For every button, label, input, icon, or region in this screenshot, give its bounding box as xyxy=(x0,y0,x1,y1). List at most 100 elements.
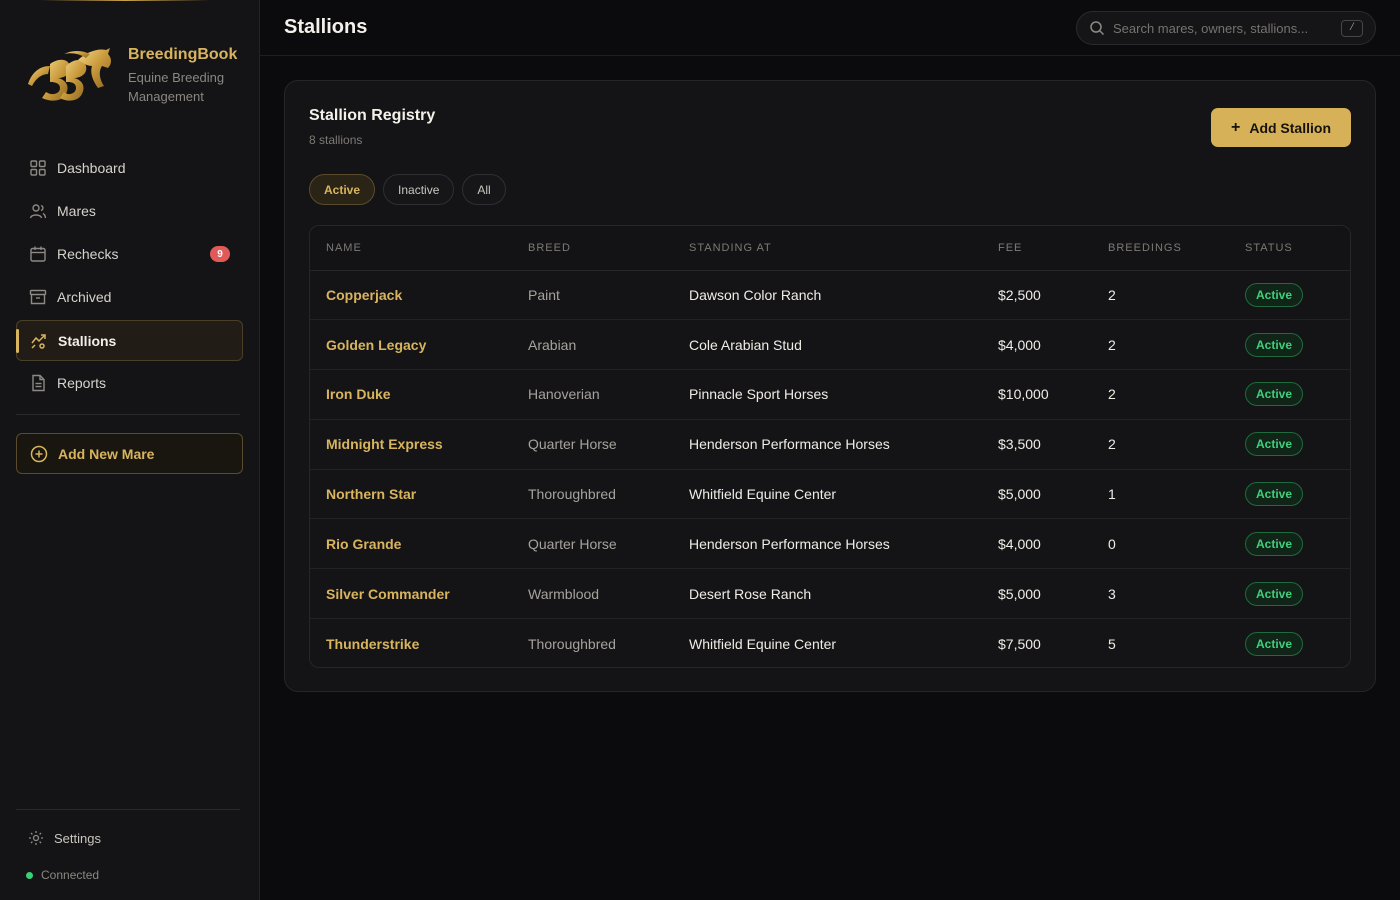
table-row[interactable]: Copperjack Paint Dawson Color Ranch $2,5… xyxy=(310,270,1350,320)
stallion-standing-at: Henderson Performance Horses xyxy=(689,535,890,552)
stallion-standing-at: Whitfield Equine Center xyxy=(689,486,837,503)
sidebar-item-mares[interactable]: Mares xyxy=(16,190,243,231)
stallion-breed: Arabian xyxy=(528,336,577,353)
settings-link[interactable]: Settings xyxy=(28,830,101,846)
column-header-breedings[interactable]: BREEDINGS xyxy=(1092,226,1229,271)
stallion-breedings: 2 xyxy=(1108,436,1116,453)
stallion-name[interactable]: Copperjack xyxy=(310,270,512,320)
stallion-name[interactable]: Thunderstrike xyxy=(310,619,512,667)
table-row[interactable]: Silver Commander Warmblood Desert Rose R… xyxy=(310,569,1350,619)
stallion-name[interactable]: Northern Star xyxy=(310,469,512,519)
column-header-standing-at[interactable]: STANDING AT xyxy=(673,226,982,271)
column-header-status[interactable]: STATUS xyxy=(1229,226,1350,271)
rechecks-count-badge: 9 xyxy=(210,246,230,262)
stallion-fee: $5,000 xyxy=(998,585,1041,602)
stallion-standing-at: Pinnacle Sport Horses xyxy=(689,386,829,403)
status-badge: Active xyxy=(1245,282,1304,307)
stallion-standing-at: Desert Rose Ranch xyxy=(689,585,812,602)
stallion-fee: $4,000 xyxy=(998,336,1041,353)
stallion-breedings: 1 xyxy=(1108,486,1116,503)
sidebar-item-stallions[interactable]: Stallions xyxy=(16,320,243,361)
column-header-breed[interactable]: BREED xyxy=(512,226,673,271)
status-badge: Active xyxy=(1245,531,1304,556)
sidebar-item-label: Rechecks xyxy=(57,245,119,262)
stallion-count: 8 stallions xyxy=(309,133,363,147)
status-dot-icon xyxy=(26,871,33,879)
stallion-registry-card: Stallion Registry 8 stallions + Add Stal… xyxy=(284,80,1376,692)
stallion-breedings: 2 xyxy=(1108,286,1116,303)
status-filters: Active Inactive All xyxy=(309,174,514,205)
column-header-fee[interactable]: FEE xyxy=(982,226,1092,271)
table-row[interactable]: Northern Star Thoroughbred Whitfield Equ… xyxy=(310,469,1350,519)
stallion-breedings: 2 xyxy=(1108,386,1116,403)
table-header-row: NAME BREED STANDING AT FEE BREEDINGS STA… xyxy=(310,226,1350,271)
sidebar-item-rechecks[interactable]: Rechecks 9 xyxy=(16,233,243,274)
stallion-breed: Quarter Horse xyxy=(528,436,617,453)
stallion-breedings: 2 xyxy=(1108,336,1116,353)
column-header-name[interactable]: NAME xyxy=(310,226,512,271)
status-badge: Active xyxy=(1245,581,1304,606)
sidebar-item-label: Dashboard xyxy=(57,159,126,176)
sidebar-item-label: Archived xyxy=(57,288,112,305)
stallion-breed: Quarter Horse xyxy=(528,535,617,552)
stallion-fee: $2,500 xyxy=(998,286,1041,303)
search-input[interactable] xyxy=(1113,20,1333,36)
filter-all[interactable]: All xyxy=(462,174,506,205)
stallion-breed: Paint xyxy=(528,286,560,303)
table-row[interactable]: Thunderstrike Thoroughbred Whitfield Equ… xyxy=(310,619,1350,667)
gear-icon xyxy=(29,831,43,845)
stallion-breed: Warmblood xyxy=(528,585,600,602)
stallion-breedings: 5 xyxy=(1108,635,1116,652)
archive-icon xyxy=(29,289,47,304)
settings-label: Settings xyxy=(54,830,101,846)
connection-status: Connected xyxy=(26,868,99,882)
plus-icon: + xyxy=(1230,118,1241,136)
sidebar-item-label: Mares xyxy=(57,202,96,219)
status-badge: Active xyxy=(1245,631,1304,656)
sidebar-item-dashboard[interactable]: Dashboard xyxy=(16,147,243,188)
filter-active[interactable]: Active xyxy=(309,174,376,205)
sidebar: BreedingBook Equine Breeding Management … xyxy=(0,0,260,900)
users-icon xyxy=(29,203,47,218)
app-name: BreedingBook xyxy=(128,46,238,63)
stallion-table: NAME BREED STANDING AT FEE BREEDINGS STA… xyxy=(309,225,1351,668)
table-row[interactable]: Iron Duke Hanoverian Pinnacle Sport Hors… xyxy=(310,370,1350,420)
top-bar: Stallions / xyxy=(260,0,1400,56)
stallion-standing-at: Whitfield Equine Center xyxy=(689,635,837,652)
stallion-breed: Thoroughbred xyxy=(528,635,616,652)
stallion-name[interactable]: Golden Legacy xyxy=(310,320,512,370)
add-new-mare-button[interactable]: Add New Mare xyxy=(16,433,243,474)
stallion-standing-at: Henderson Performance Horses xyxy=(689,436,890,453)
stallion-standing-at: Cole Arabian Stud xyxy=(689,336,802,353)
status-badge: Active xyxy=(1245,332,1304,357)
table-row[interactable]: Golden Legacy Arabian Cole Arabian Stud … xyxy=(310,320,1350,370)
add-stallion-button[interactable]: + Add Stallion xyxy=(1211,108,1351,147)
status-badge: Active xyxy=(1245,482,1304,507)
sidebar-item-archived[interactable]: Archived xyxy=(16,276,243,317)
add-stallion-label: Add Stallion xyxy=(1249,119,1331,136)
stallion-breedings: 3 xyxy=(1108,585,1116,602)
stallion-name[interactable]: Iron Duke xyxy=(310,370,512,420)
search-shortcut-key: / xyxy=(1341,20,1363,37)
table-row[interactable]: Midnight Express Quarter Horse Henderson… xyxy=(310,419,1350,470)
stallion-fee: $7,500 xyxy=(998,635,1041,652)
stallion-fee: $5,000 xyxy=(998,486,1041,503)
search-icon xyxy=(1090,21,1105,36)
brand[interactable]: BreedingBook Equine Breeding Management xyxy=(20,44,238,106)
stallion-name[interactable]: Rio Grande xyxy=(310,519,512,569)
stallion-breedings: 0 xyxy=(1108,535,1116,552)
app-subtitle: Equine Breeding Management xyxy=(128,70,225,104)
status-badge: Active xyxy=(1245,382,1304,407)
sidebar-divider xyxy=(16,809,240,810)
document-icon xyxy=(32,374,45,391)
page-title: Stallions xyxy=(284,16,368,38)
stallion-name[interactable]: Silver Commander xyxy=(310,569,512,619)
sidebar-item-reports[interactable]: Reports xyxy=(16,362,243,403)
stallion-fee: $10,000 xyxy=(998,386,1049,403)
search-box[interactable]: / xyxy=(1076,11,1376,45)
filter-inactive[interactable]: Inactive xyxy=(383,174,455,205)
sidebar-item-label: Reports xyxy=(57,374,107,391)
stallion-name[interactable]: Midnight Express xyxy=(310,419,512,469)
stallion-breed: Thoroughbred xyxy=(528,486,616,503)
table-row[interactable]: Rio Grande Quarter Horse Henderson Perfo… xyxy=(310,519,1350,569)
